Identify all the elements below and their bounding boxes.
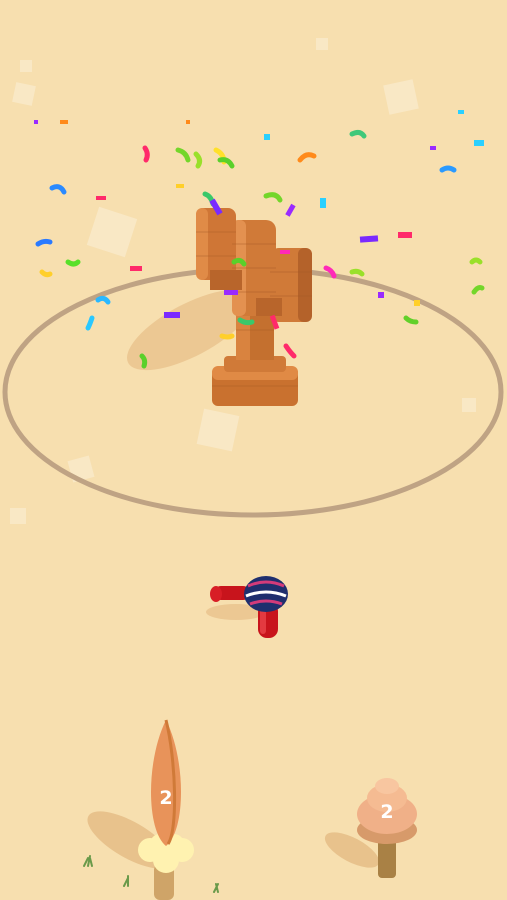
mushroom-tree-collectible[interactable]: 2 [320, 778, 417, 878]
game-scene[interactable]: 2 2 [0, 0, 507, 900]
cactus-level-label: 2 [159, 787, 172, 809]
tree-level-label: 2 [380, 801, 393, 823]
tall-cactus-collectible[interactable]: 2 [79, 719, 194, 900]
player-cap [244, 576, 288, 612]
player-character[interactable] [206, 576, 288, 638]
